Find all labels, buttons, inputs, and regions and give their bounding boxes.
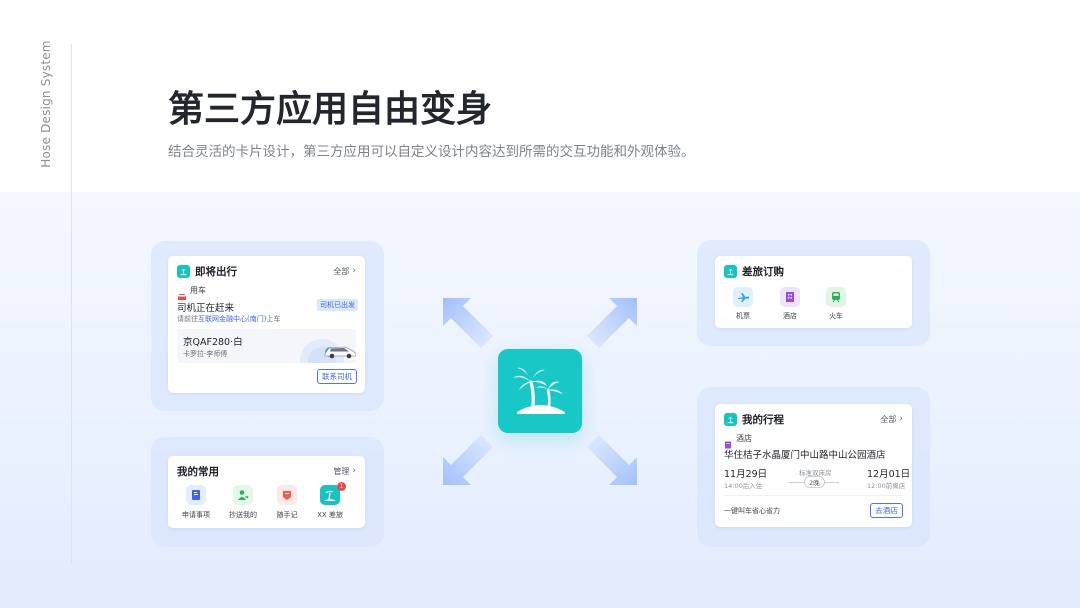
driver-status-badge: 司机已出发 — [317, 299, 358, 311]
palm-tree-icon — [177, 264, 190, 278]
brand-vertical-label: Hose Design System — [39, 40, 53, 168]
travel-app-icon — [498, 349, 582, 433]
favorites-manage-link[interactable]: 管理 › — [333, 466, 356, 477]
pickup-prefix: 请前往 — [177, 315, 198, 323]
favorites-card-title: 我的常用 — [177, 465, 219, 478]
card-divider — [724, 495, 903, 496]
itinerary-view-all-link[interactable]: 全部 › — [880, 414, 903, 425]
palm-tree-icon — [324, 490, 336, 501]
trip-section-label: 用车 — [190, 286, 206, 295]
nights-badge: 2晚 — [804, 476, 825, 488]
itinerary-card[interactable]: 我的行程 全部 › 酒店 华住桔子水晶厦门中山路中山公园酒店 11月29日 14:… — [715, 404, 912, 527]
contact-driver-button[interactable]: 联系司机 — [317, 369, 357, 384]
itinerary-card-title: 我的行程 — [742, 413, 784, 426]
checkout-date: 12月01日 — [867, 469, 911, 480]
vertical-divider — [71, 44, 72, 564]
booking-card-header: 差旅订购 — [724, 263, 903, 279]
palm-tree-icon — [724, 412, 737, 426]
booking-card[interactable]: 差旅订购 机票 酒店 火车 — [715, 256, 912, 328]
trip-card-header: 即将出行 全部 › — [177, 263, 356, 279]
checkout-note: 12:00前离店 — [867, 482, 906, 490]
train-tile-label: 火车 — [829, 312, 843, 320]
palm-tree-icon — [724, 264, 737, 278]
car-image-icon — [323, 343, 356, 363]
flight-tile-label: 机票 — [736, 312, 750, 320]
note-icon — [283, 491, 291, 500]
train-icon — [832, 292, 840, 303]
apply-tile[interactable] — [186, 485, 206, 505]
arrow-bottom-left-icon — [443, 435, 493, 485]
favorites-manage-label: 管理 — [333, 466, 350, 476]
travel-tile-label: XX 差旅 — [317, 511, 343, 519]
vehicle-driver: 卡罗拉·李师傅 — [183, 350, 228, 358]
flight-tile[interactable] — [733, 287, 753, 307]
pickup-suffix: 上车 — [266, 315, 281, 323]
apply-tile-label: 申请事项 — [182, 511, 210, 519]
note-tile-label: 随手记 — [276, 511, 298, 519]
itinerary-section-label: 酒店 — [736, 434, 752, 443]
notification-badge: 1 — [337, 482, 346, 491]
plane-icon — [737, 292, 749, 302]
itinerary-view-all-label: 全部 — [880, 414, 897, 424]
user-forward-icon — [238, 490, 249, 500]
hotel-tile[interactable] — [780, 287, 800, 307]
itinerary-card-header: 我的行程 全部 › — [724, 411, 903, 427]
go-to-hotel-button[interactable]: 去酒店 — [870, 503, 903, 518]
hotel-name: 华住桔子水晶厦门中山路中山公园酒店 — [724, 450, 886, 461]
booking-card-title: 差旅订购 — [742, 265, 784, 278]
checkin-date: 11月29日 — [724, 469, 768, 480]
arrow-bottom-right-icon — [587, 435, 637, 485]
chevron-right-icon: › — [352, 266, 356, 276]
trip-view-all-link[interactable]: 全部 › — [333, 266, 356, 277]
favorites-card[interactable]: 我的常用 管理 › 申请事项 抄送我的 随手记 1 XX 差旅 — [168, 456, 365, 528]
note-tile[interactable] — [277, 485, 297, 505]
trip-card-title: 即将出行 — [195, 265, 237, 278]
vehicle-info-panel: 京QAF280·白 卡罗拉·李师傅 — [177, 329, 356, 363]
cc-tile-label: 抄送我的 — [229, 511, 257, 519]
palm-tree-icon — [513, 367, 565, 414]
chevron-right-icon: › — [352, 466, 356, 476]
chevron-right-icon: › — [899, 414, 903, 424]
trip-view-all-label: 全部 — [333, 266, 350, 276]
license-plate: 京QAF280·白 — [183, 337, 243, 348]
favorites-card-header: 我的常用 管理 › — [177, 463, 356, 479]
train-tile[interactable] — [826, 287, 846, 307]
page-subtitle: 结合灵活的卡片设计，第三方应用可以自定义设计内容达到所需的交互功能和外观体验。 — [168, 144, 695, 160]
driver-status: 司机正在赶来 — [177, 303, 235, 314]
cc-tile[interactable] — [233, 485, 253, 505]
trip-card[interactable]: 即将出行 全部 › 用车 司机正在赶来 司机已出发 请前往互联网金融中心(南门)上… — [168, 256, 365, 393]
hotel-tile-label: 酒店 — [783, 312, 797, 320]
hotel-icon — [786, 292, 794, 302]
ride-promo-text: 一键叫车省心省力 — [724, 507, 780, 515]
arrow-top-right-icon — [587, 298, 637, 348]
page-title: 第三方应用自由变身 — [168, 89, 493, 130]
pickup-place-link[interactable]: 互联网金融中心(南门) — [198, 315, 266, 323]
document-icon — [192, 490, 200, 500]
checkin-note: 14:00后入住 — [724, 482, 763, 490]
pickup-instruction: 请前往互联网金融中心(南门)上车 — [177, 314, 280, 324]
arrow-top-left-icon — [443, 298, 493, 348]
